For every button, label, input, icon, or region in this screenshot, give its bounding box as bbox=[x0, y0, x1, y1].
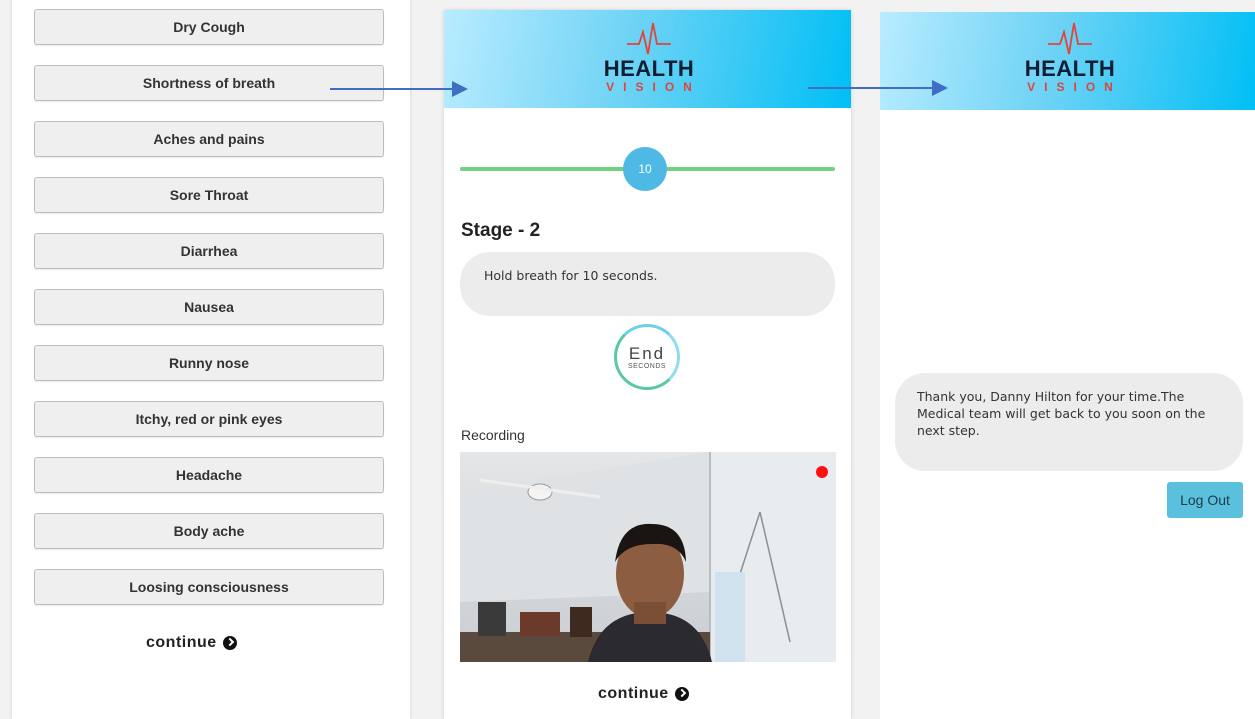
thankyou-screen: HEALTH VISION Thank you, Danny Hilton fo… bbox=[880, 12, 1255, 719]
logo-subtitle: VISION bbox=[606, 80, 701, 94]
recording-label: Recording bbox=[461, 427, 525, 443]
health-vision-logo: HEALTH VISION bbox=[1015, 20, 1125, 94]
heartbeat-icon bbox=[1048, 22, 1092, 55]
logo-title: HEALTH bbox=[603, 56, 695, 81]
thank-you-message: Thank you, Danny Hilton for your time.Th… bbox=[917, 389, 1206, 438]
symptom-button-dry-cough[interactable]: Dry Cough bbox=[34, 9, 384, 45]
timer-end-text: End bbox=[628, 343, 666, 363]
logo-title: HEALTH bbox=[1024, 56, 1116, 81]
chevron-circle-right-icon bbox=[674, 687, 689, 701]
timer-unit-text: SECONDS bbox=[627, 362, 667, 370]
continue-button[interactable]: continue bbox=[146, 634, 237, 652]
symptom-button-shortness-of-breath[interactable]: Shortness of breath bbox=[34, 65, 384, 101]
continue-button[interactable]: continue bbox=[598, 685, 689, 703]
logo-subtitle: VISION bbox=[1027, 80, 1122, 94]
recording-dot-icon bbox=[816, 466, 828, 478]
countdown-timer: End SECONDS bbox=[614, 324, 680, 390]
instruction-bubble: Hold breath for 10 seconds. bbox=[460, 252, 835, 316]
thank-you-message-bubble: Thank you, Danny Hilton for your time.Th… bbox=[895, 373, 1243, 471]
symptom-button-diarrhea[interactable]: Diarrhea bbox=[34, 233, 384, 269]
symptom-button-headache[interactable]: Headache bbox=[34, 457, 384, 493]
symptom-button-loosing-consciousness[interactable]: Loosing consciousness bbox=[34, 569, 384, 605]
symptom-button-nausea[interactable]: Nausea bbox=[34, 289, 384, 325]
recording-screen: HEALTH VISION 10 Stage - 2 Hold breath f… bbox=[444, 10, 851, 719]
logout-button[interactable]: Log Out bbox=[1167, 482, 1243, 518]
continue-label: continue bbox=[146, 634, 217, 651]
instruction-text: Hold breath for 10 seconds. bbox=[484, 268, 658, 283]
webcam-video-feed bbox=[460, 452, 836, 662]
webcam-frame-illustration bbox=[460, 452, 836, 662]
stage-title: Stage - 2 bbox=[461, 220, 541, 241]
flow-arrow-icon bbox=[808, 80, 948, 96]
continue-label: continue bbox=[598, 685, 669, 702]
symptom-button-runny-nose[interactable]: Runny nose bbox=[34, 345, 384, 381]
flow-arrow-icon bbox=[330, 81, 468, 97]
symptom-button-sore-throat[interactable]: Sore Throat bbox=[34, 177, 384, 213]
symptom-button-body-ache[interactable]: Body ache bbox=[34, 513, 384, 549]
chevron-circle-right-icon bbox=[222, 636, 237, 650]
symptoms-screen: Dry Cough Shortness of breath Aches and … bbox=[12, 0, 410, 719]
timer-slider-knob[interactable]: 10 bbox=[623, 147, 667, 191]
health-vision-logo: HEALTH VISION bbox=[594, 20, 704, 94]
symptom-button-aches-and-pains[interactable]: Aches and pains bbox=[34, 121, 384, 157]
symptom-button-itchy-eyes[interactable]: Itchy, red or pink eyes bbox=[34, 401, 384, 437]
heartbeat-icon bbox=[627, 22, 671, 55]
